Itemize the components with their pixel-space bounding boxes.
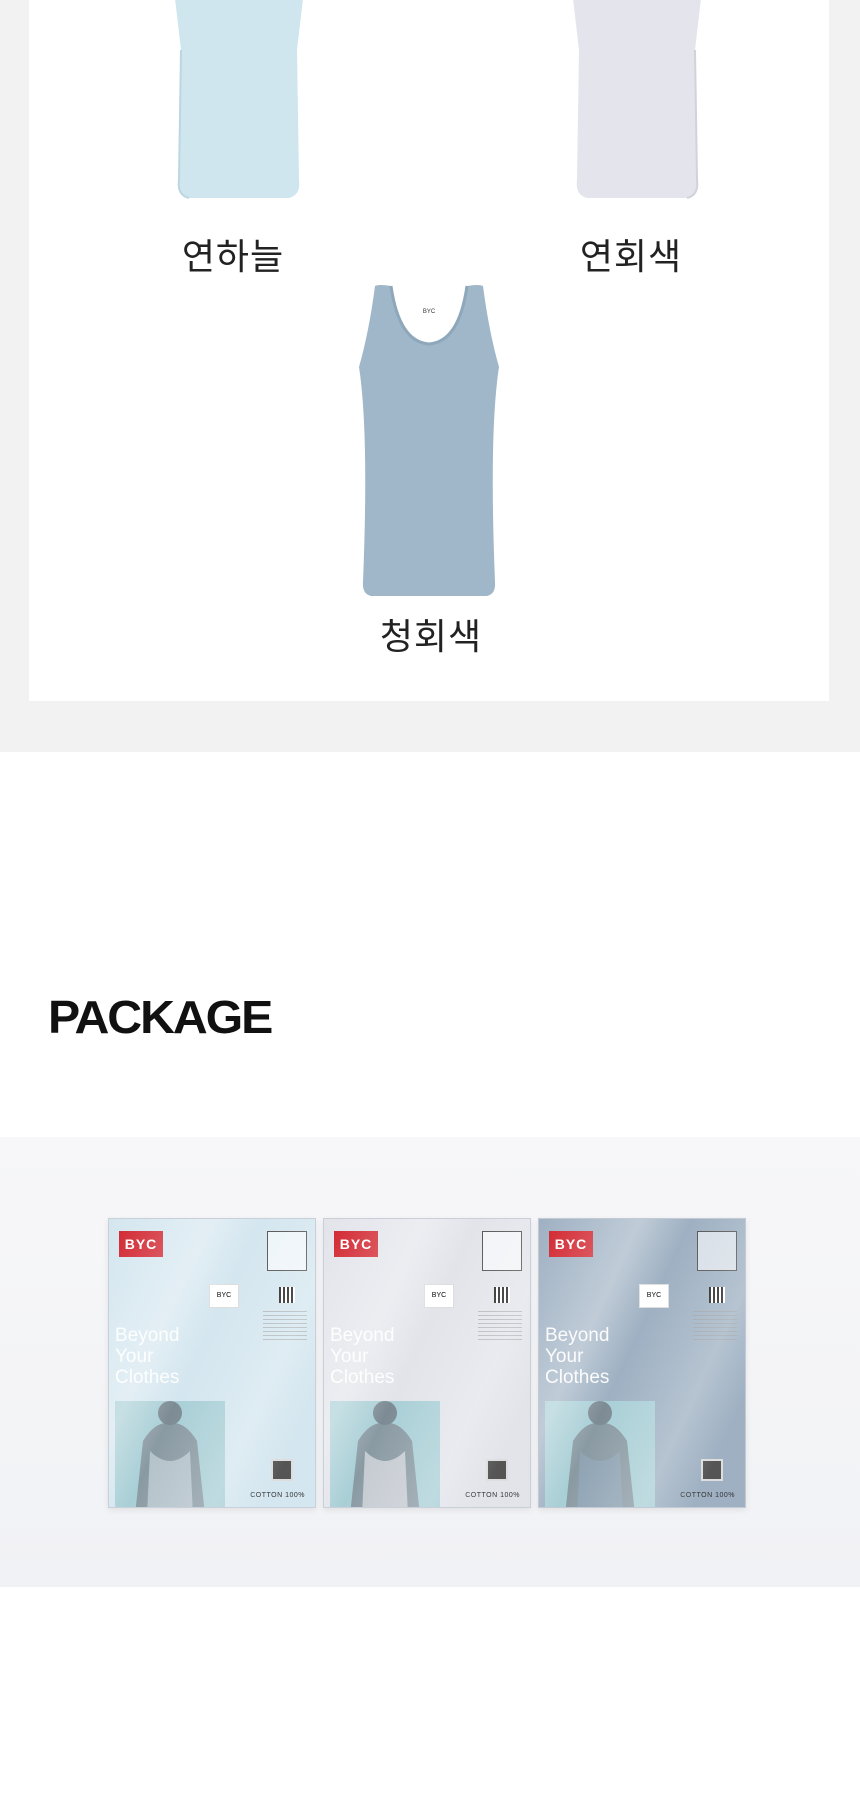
care-text-block bbox=[693, 1311, 737, 1341]
care-text-block bbox=[478, 1311, 522, 1341]
color-label-blue-grey: 청회색 bbox=[379, 617, 483, 658]
model-photo bbox=[330, 1401, 440, 1507]
color-label-light-sky: 연하늘 bbox=[181, 237, 285, 278]
qr-code-icon bbox=[279, 1287, 295, 1303]
slogan-panel: Beyond Your Clothes bbox=[109, 1319, 225, 1507]
product-detail-page: 연하늘 연회색 BYC 청회색 PACKAGE BYC BYC Beyond Y… bbox=[0, 0, 860, 1814]
tank-top-blue-grey-image: BYC bbox=[359, 285, 499, 596]
brand-logo: BYC bbox=[119, 1231, 163, 1257]
package-photo: BYC BYC Beyond Your Clothes COTTON 100% … bbox=[0, 1137, 860, 1587]
slogan-panel: Beyond Your Clothes bbox=[324, 1319, 440, 1507]
tank-top-light-sky-image bbox=[175, 0, 303, 199]
cotton-icon bbox=[271, 1459, 293, 1481]
tank-top-light-grey-image bbox=[573, 0, 701, 199]
qr-code-icon bbox=[709, 1287, 725, 1303]
brand-logo: BYC bbox=[549, 1231, 593, 1257]
cotton-label: COTTON 100% bbox=[465, 1492, 520, 1499]
slogan-text: Beyond Your Clothes bbox=[330, 1325, 395, 1388]
package-section-title: PACKAGE bbox=[48, 991, 273, 1043]
color-options-section: 연하늘 연회색 BYC 청회색 bbox=[0, 0, 860, 752]
cotton-label: COTTON 100% bbox=[250, 1492, 305, 1499]
qr-code-icon bbox=[494, 1287, 510, 1303]
tank-top-icon bbox=[697, 1231, 737, 1271]
tank-top-icon bbox=[267, 1231, 307, 1271]
package-pack-light-grey: BYC BYC Beyond Your Clothes COTTON 100% bbox=[323, 1218, 531, 1508]
tank-top-icon bbox=[482, 1231, 522, 1271]
model-photo bbox=[115, 1401, 225, 1507]
slogan-text: Beyond Your Clothes bbox=[545, 1325, 610, 1388]
brand-logo: BYC bbox=[334, 1231, 378, 1257]
size-tag: BYC bbox=[209, 1284, 239, 1308]
color-options-card: 연하늘 연회색 BYC 청회색 bbox=[29, 0, 829, 701]
cotton-icon bbox=[701, 1459, 723, 1481]
color-label-light-grey: 연회색 bbox=[579, 237, 683, 278]
slogan-panel: Beyond Your Clothes bbox=[539, 1319, 655, 1507]
svg-text:BYC: BYC bbox=[423, 309, 436, 315]
slogan-text: Beyond Your Clothes bbox=[115, 1325, 180, 1388]
package-pack-blue-grey: BYC BYC Beyond Your Clothes COTTON 100% bbox=[538, 1218, 746, 1508]
care-text-block bbox=[263, 1311, 307, 1341]
size-tag: BYC bbox=[639, 1284, 669, 1308]
cotton-icon bbox=[486, 1459, 508, 1481]
cotton-label: COTTON 100% bbox=[680, 1492, 735, 1499]
size-tag: BYC bbox=[424, 1284, 454, 1308]
model-photo bbox=[545, 1401, 655, 1507]
package-pack-light-sky: BYC BYC Beyond Your Clothes COTTON 100% bbox=[108, 1218, 316, 1508]
